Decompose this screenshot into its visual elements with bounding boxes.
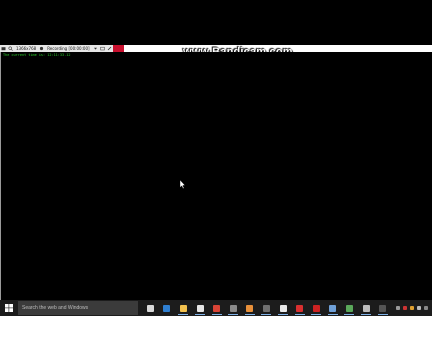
taskbar-app-calculator[interactable]: [227, 301, 239, 315]
control-panel-icon: [345, 304, 353, 312]
cmd-icon: [379, 304, 387, 312]
tray-icon-2[interactable]: [402, 306, 407, 310]
chrome-icon: [213, 304, 221, 312]
taskbar-app-cmd[interactable]: [377, 301, 389, 315]
tray-icon-3[interactable]: [409, 306, 414, 310]
system-tray: [394, 306, 432, 310]
taskbar-app-notepad[interactable]: [277, 301, 289, 315]
console-output-line: The current time is: 12:11:33.12: [3, 53, 71, 57]
taskbar-app-store[interactable]: [194, 301, 206, 315]
task-view-icon: [146, 304, 154, 312]
media-icon: [262, 304, 270, 312]
camera-icon[interactable]: [1, 46, 6, 51]
resolution-label: 1366x768: [16, 46, 37, 51]
start-button[interactable]: [0, 300, 17, 316]
mouse-cursor-icon: [179, 174, 186, 193]
tray-icon-4[interactable]: [416, 306, 421, 310]
tray-icon-1[interactable]: [395, 306, 400, 310]
screenshot-icon[interactable]: [99, 46, 105, 51]
acrobat-icon: [296, 304, 304, 312]
taskbar-app-paint[interactable]: [244, 301, 256, 315]
taskbar-app-acrobat[interactable]: [294, 301, 306, 315]
recording-status: Recording [00:00:00]: [47, 46, 90, 51]
calculator-icon: [229, 304, 237, 312]
windows-logo-icon: [4, 304, 13, 312]
taskbar-search-box[interactable]: Search the web and Windows: [18, 301, 138, 315]
taskbar-app-edge[interactable]: [161, 301, 173, 315]
taskbar-app-file-explorer[interactable]: [177, 301, 189, 315]
settings-icon: [362, 304, 370, 312]
taskbar-app-task-view[interactable]: [144, 301, 156, 315]
stop-record-button[interactable]: [112, 45, 124, 52]
search-icon[interactable]: [8, 46, 13, 51]
search-placeholder: Search the web and Windows: [22, 305, 89, 311]
taskbar-app-opera[interactable]: [310, 301, 322, 315]
taskbar-app-network[interactable]: [327, 301, 339, 315]
edge-icon: [163, 304, 171, 312]
opera-icon: [312, 304, 320, 312]
console-screen[interactable]: The current time is: 12:11:33.12: [0, 52, 432, 300]
store-icon: [196, 304, 204, 312]
file-explorer-icon: [179, 304, 187, 312]
paint-icon: [246, 304, 254, 312]
taskbar-app-chrome[interactable]: [211, 301, 223, 315]
video-letterbox: [0, 316, 432, 360]
dropdown-icon[interactable]: [93, 46, 98, 51]
bandicam-recording-toolbar: 1366x768 Recording [00:00:00]: [0, 45, 124, 52]
taskbar-app-control-panel[interactable]: [343, 301, 355, 315]
tray-icon-5[interactable]: [423, 306, 428, 310]
notepad-icon: [279, 304, 287, 312]
windows-taskbar: Search the web and Windows: [0, 300, 432, 316]
taskbar-app-media[interactable]: [260, 301, 272, 315]
network-icon: [329, 304, 337, 312]
pencil-icon[interactable]: [107, 46, 112, 51]
taskbar-app-list: [142, 301, 391, 315]
taskbar-app-settings[interactable]: [360, 301, 372, 315]
record-dot-icon: [39, 46, 44, 51]
